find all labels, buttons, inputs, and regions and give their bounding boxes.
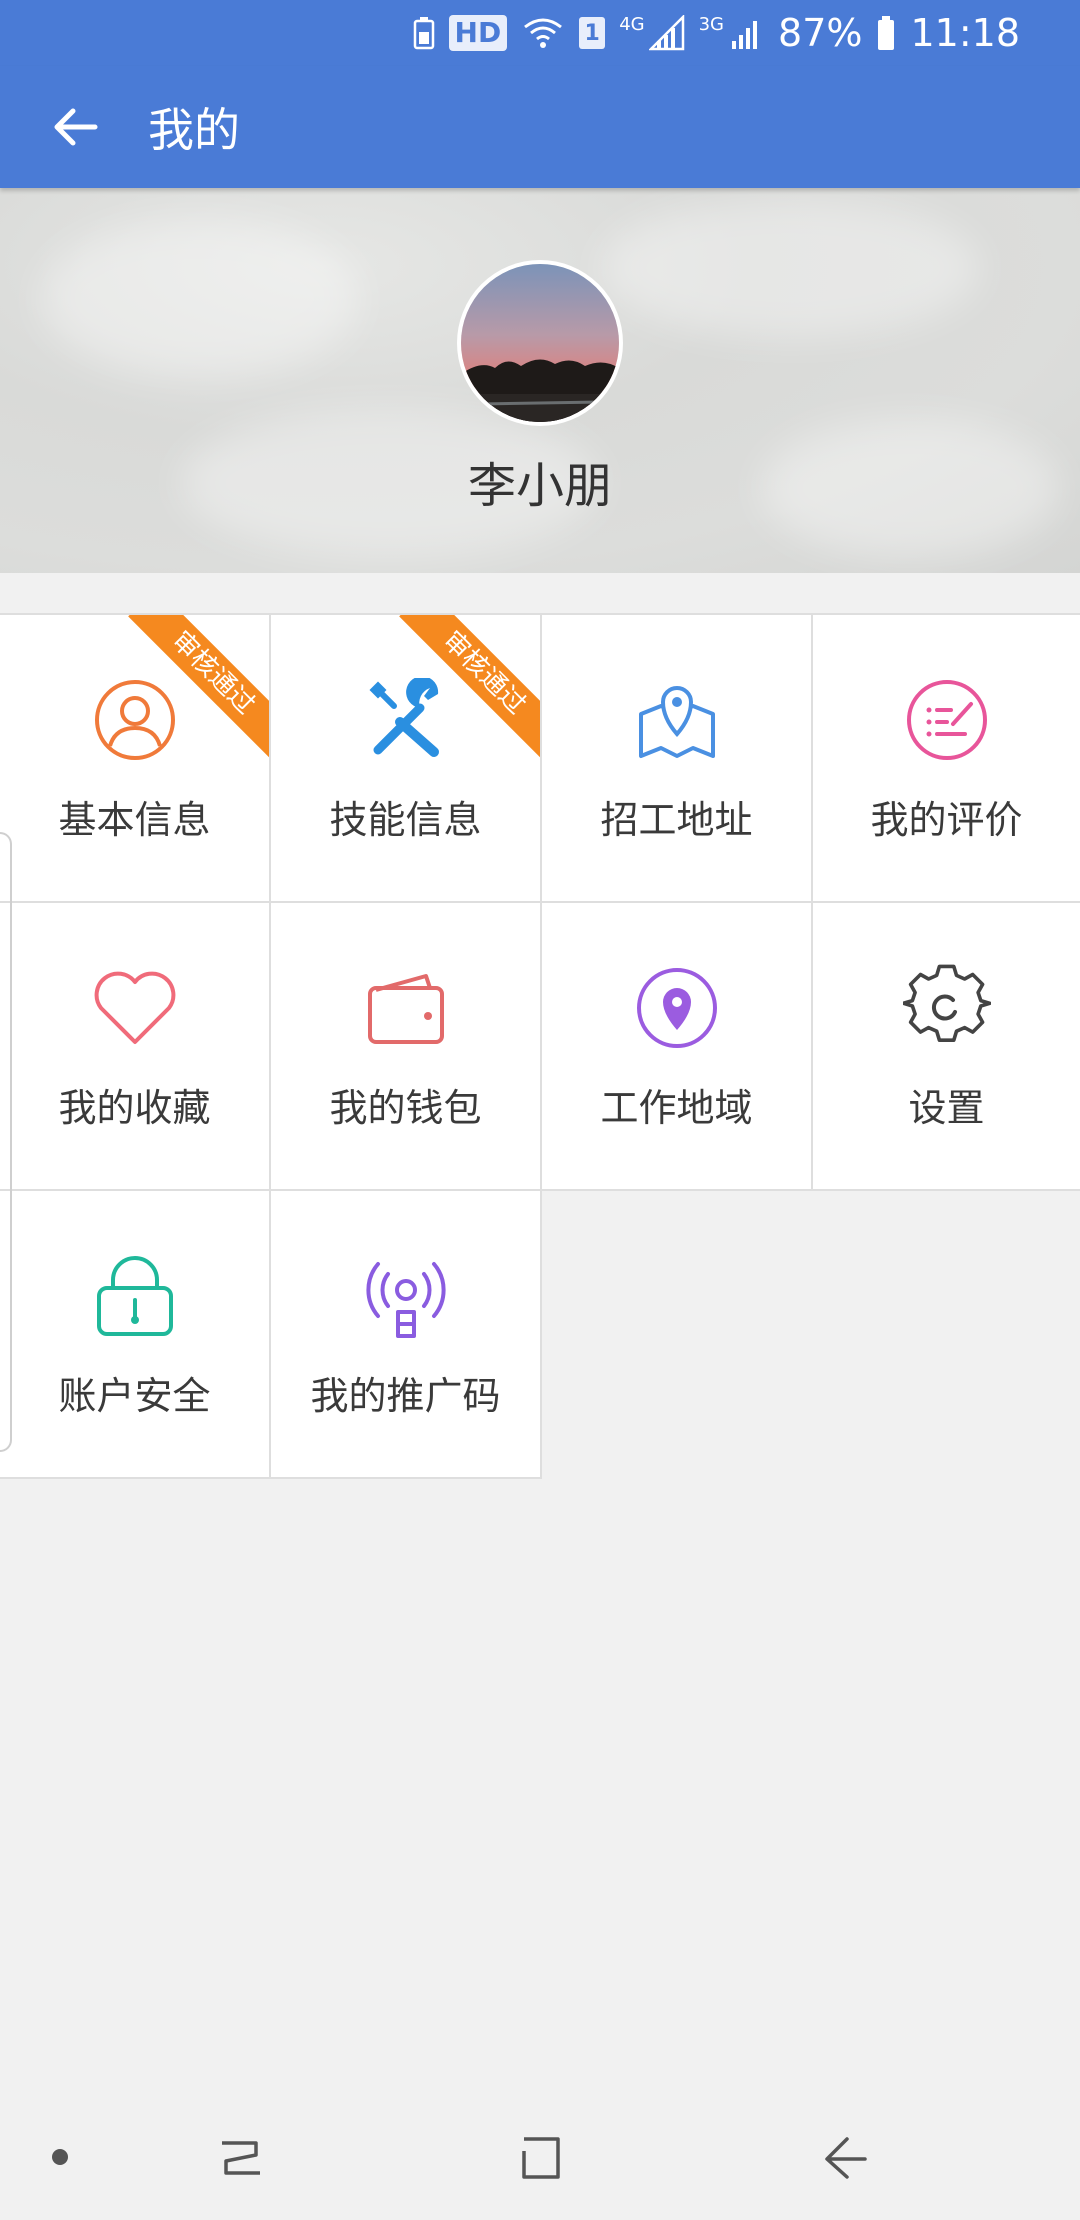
grid-item-label: 设置 [908,1086,985,1130]
clock: 11:18 [910,11,1020,55]
grid-item-label: 技能信息 [329,798,482,842]
grid-item-label: 我的收藏 [58,1086,211,1130]
grid-item-label: 我的钱包 [329,1086,482,1130]
page-title: 我的 [148,103,240,157]
wallet-icon [367,974,444,1044]
system-nav-bar [0,2093,1080,2220]
battery-percent: 87% [778,11,863,55]
wifi-icon [521,15,565,51]
dot-icon [52,2148,68,2165]
network-type-2: 3G [698,14,725,35]
gear-icon [902,964,991,1043]
network-type-1: 4G [619,14,645,35]
home-square-icon [522,2136,560,2179]
grid-item-skill-info[interactable]: 技能信息 审核通过 [271,615,542,903]
recent-apps-button[interactable] [190,2093,290,2220]
back-nav-button[interactable] [795,2093,895,2220]
grid-item-label: 工作地域 [600,1086,753,1130]
arrow-left-icon [54,108,98,146]
hd-badge: HD [448,15,508,51]
home-button[interactable] [490,2093,590,2220]
signal-icon-1 [648,15,685,51]
user-circle-icon [94,680,175,760]
map-pin-icon [638,686,715,758]
app-bar: 我的 [0,66,1080,188]
broadcast-icon [365,1262,446,1338]
grid-item-promo-code[interactable]: 我的推广码 [271,1191,542,1479]
grid-item-my-reviews[interactable]: 我的评价 [813,615,1080,903]
edge-panel-handle[interactable] [0,832,12,1452]
grid-item-favorites[interactable]: 我的收藏 [0,903,271,1191]
sim-badge: 1 [579,17,606,49]
nav-dot-button[interactable] [30,2093,90,2220]
heart-icon [94,971,175,1044]
tools-icon [369,678,439,757]
grid-item-label: 基本信息 [58,798,211,842]
profile-header: 李小朋 [0,188,1080,573]
status-bar: HD 1 4G 3G 87% 11:18 [0,0,1080,66]
lock-icon [96,1256,173,1336]
grid-item-recruit-address[interactable]: 招工地址 [542,615,813,903]
user-name: 李小朋 [467,458,612,514]
signal-icon-2 [728,15,764,51]
grid-item-label: 招工地址 [600,798,753,842]
location-icon [636,968,717,1048]
grid-item-work-region[interactable]: 工作地域 [542,903,813,1191]
grid-item-label: 我的推广码 [310,1374,501,1418]
back-button[interactable] [0,66,150,188]
grid-item-account-security[interactable]: 账户安全 [0,1191,271,1479]
grid-item-label: 我的评价 [870,798,1023,842]
recent-apps-icon [222,2140,260,2175]
battery-icon [876,15,896,51]
grid-item-wallet[interactable]: 我的钱包 [271,903,542,1191]
back-arrow-icon [825,2136,867,2179]
battery-saver-icon [413,16,435,50]
grid-item-basic-info[interactable]: 基本信息 审核通过 [0,615,271,903]
grid-item-label: 账户安全 [58,1374,211,1418]
function-grid: 基本信息 审核通过 技能信息 审核通过 招工地址 我的评价 我的收藏 我的钱包 … [0,613,1080,1479]
grid-item-settings[interactable]: 设置 [813,903,1080,1191]
avatar[interactable] [457,260,623,426]
review-icon [906,680,987,760]
